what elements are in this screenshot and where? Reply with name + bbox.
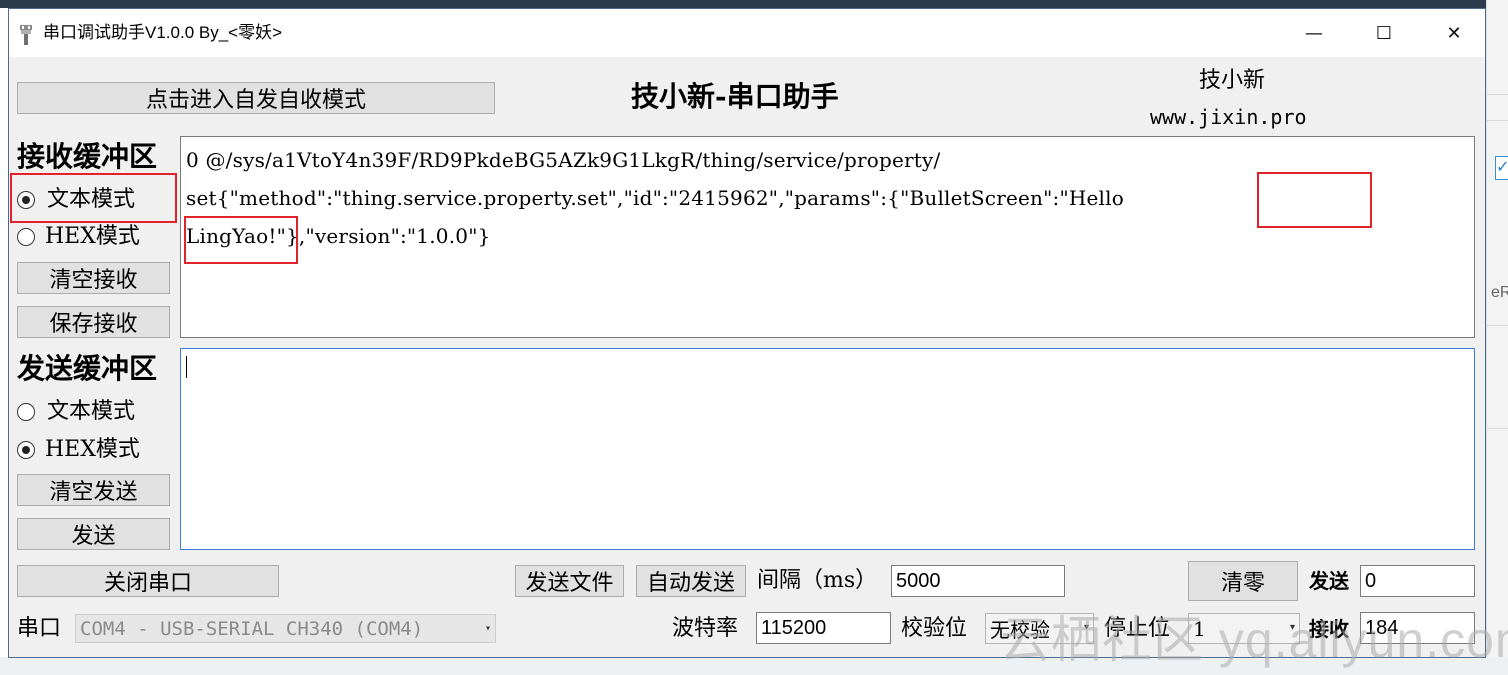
receive-hex-mode-radio[interactable] <box>17 228 35 246</box>
app-icon <box>20 25 32 45</box>
send-buffer-textarea[interactable] <box>180 348 1475 550</box>
close-button[interactable]: ✕ <box>1419 9 1489 57</box>
port-label: 串口 <box>17 616 62 641</box>
clear-receive-button[interactable]: 清空接收 <box>17 262 170 294</box>
port-select[interactable]: COM4 - USB-SERIAL CH340 (COM4) ▾ <box>75 614 496 643</box>
close-icon: ✕ <box>1446 22 1462 44</box>
highlight-box-text-mode <box>10 173 177 223</box>
chevron-down-icon: ▾ <box>484 623 491 634</box>
maximize-icon: ☐ <box>1375 22 1393 44</box>
parity-label: 校验位 <box>901 616 968 641</box>
send-buffer-heading: 发送缓冲区 <box>17 352 158 385</box>
send-hex-mode-radio[interactable] <box>17 441 35 459</box>
receive-hex-mode-label: HEX模式 <box>45 224 140 249</box>
baud-input[interactable]: 115200 <box>756 612 891 644</box>
interval-label: 间隔（ms） <box>757 568 878 593</box>
brand-url[interactable]: www.jixin.pro <box>1150 103 1307 131</box>
highlight-box-hello <box>1257 172 1372 228</box>
send-button[interactable]: 发送 <box>17 518 170 550</box>
minimize-icon: — <box>1305 22 1323 44</box>
receive-line-1: 0 @/sys/a1VtoY4n39F/RD9PkdeBG5AZk9G1LkgR… <box>186 148 941 172</box>
text-caret <box>186 356 187 378</box>
interval-input[interactable]: 5000 <box>891 565 1065 597</box>
port-select-value: COM4 - USB-SERIAL CH340 (COM4) <box>80 617 424 640</box>
receive-line-2: set{"method":"thing.service.property.set… <box>186 186 1124 210</box>
serial-assistant-window: 串口调试助手V1.0.0 By_<零妖> — ☐ ✕ 点击进入自发自收模式 技小… <box>8 8 1486 658</box>
desktop-background-top <box>0 0 1508 8</box>
clear-send-button[interactable]: 清空发送 <box>17 474 170 506</box>
send-count-field: 0 <box>1360 565 1475 597</box>
send-text-mode-label: 文本模式 <box>47 399 136 424</box>
close-port-button[interactable]: 关闭串口 <box>17 565 279 597</box>
send-text-mode-radio[interactable] <box>17 403 35 421</box>
highlight-box-lingyao <box>184 216 298 264</box>
clear-count-button[interactable]: 清零 <box>1188 561 1298 601</box>
send-count-label: 发送 <box>1309 569 1349 593</box>
receive-buffer-heading: 接收缓冲区 <box>17 140 158 173</box>
receive-buffer-textarea[interactable]: 0 @/sys/a1VtoY4n39F/RD9PkdeBG5AZk9G1LkgR… <box>180 136 1475 338</box>
minimize-button[interactable]: — <box>1279 9 1349 57</box>
send-hex-mode-label: HEX模式 <box>45 437 140 462</box>
auto-send-button[interactable]: 自动发送 <box>636 565 746 597</box>
background-check-icon: ✓ <box>1495 156 1508 180</box>
loopback-mode-button[interactable]: 点击进入自发自收模式 <box>17 82 495 114</box>
app-heading: 技小新-串口助手 <box>631 80 839 113</box>
baud-label: 波特率 <box>672 616 739 641</box>
maximize-button[interactable]: ☐ <box>1349 9 1419 57</box>
window-title: 串口调试助手V1.0.0 By_<零妖> <box>43 23 283 42</box>
background-window-edge: ✓ eR <box>1486 0 1508 675</box>
save-receive-button[interactable]: 保存接收 <box>17 306 170 338</box>
watermark-text: 云栖社区 yq.aliyun.com <box>1000 612 1508 668</box>
title-bar[interactable]: 串口调试助手V1.0.0 By_<零妖> — ☐ ✕ <box>9 9 1485 57</box>
brand-name: 技小新 <box>1199 68 1266 93</box>
background-clipped-text: eR <box>1491 284 1508 301</box>
send-file-button[interactable]: 发送文件 <box>515 565 624 597</box>
